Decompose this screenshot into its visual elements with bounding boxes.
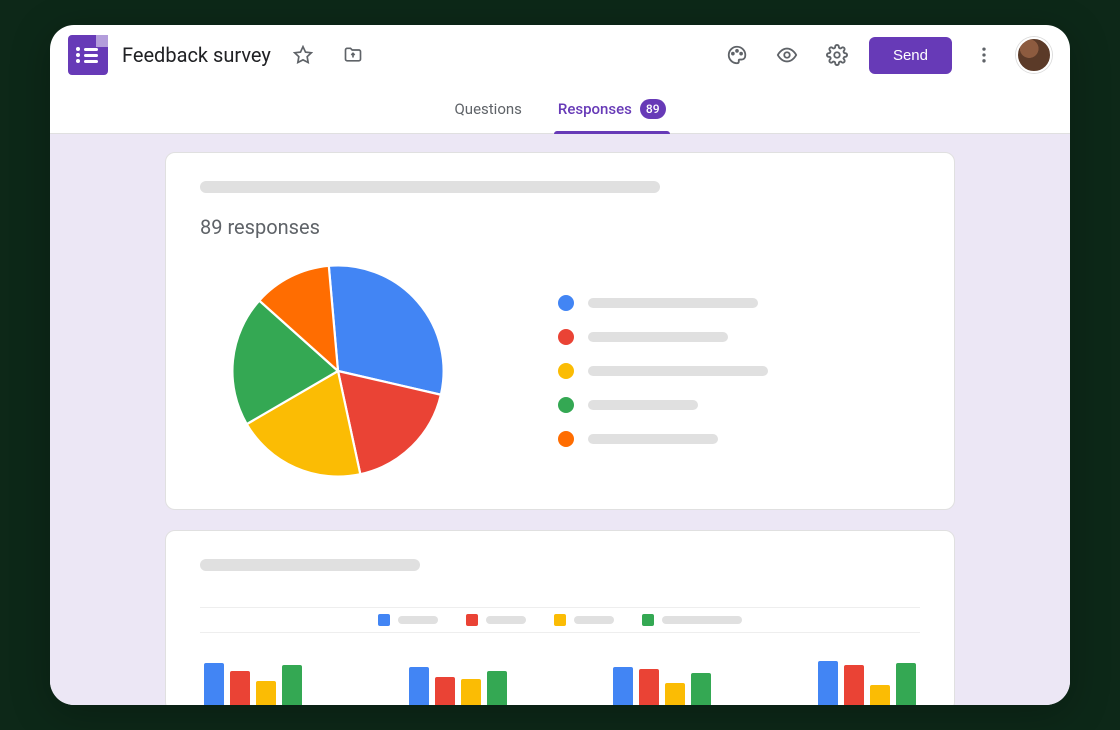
- bar-chart-card: [165, 530, 955, 705]
- question-title-placeholder: [200, 559, 420, 571]
- legend-label-placeholder: [588, 332, 728, 342]
- bar: [256, 681, 276, 705]
- tab-questions-label: Questions: [454, 100, 521, 118]
- send-button[interactable]: Send: [869, 37, 952, 74]
- bar-legend-item: [378, 614, 438, 626]
- bar: [435, 677, 455, 705]
- bar: [665, 683, 685, 705]
- legend-item: [558, 329, 768, 345]
- settings-icon[interactable]: [819, 37, 855, 73]
- document-title[interactable]: Feedback survey: [122, 43, 271, 67]
- bar: [691, 673, 711, 705]
- legend-label-placeholder: [588, 366, 768, 376]
- legend-label-placeholder: [574, 616, 614, 624]
- tab-questions[interactable]: Questions: [450, 89, 525, 133]
- legend-color-dot: [558, 295, 574, 311]
- legend-label-placeholder: [588, 434, 718, 444]
- content-area: 89 responses: [50, 134, 1070, 705]
- responses-count-text: 89 responses: [200, 215, 920, 239]
- bar: [282, 665, 302, 705]
- legend-color-square: [642, 614, 654, 626]
- legend-color-dot: [558, 329, 574, 345]
- bar: [461, 679, 481, 705]
- bar-legend-item: [554, 614, 614, 626]
- legend-color-dot: [558, 363, 574, 379]
- tab-responses[interactable]: Responses 89: [554, 89, 670, 133]
- bar: [487, 671, 507, 705]
- legend-color-square: [554, 614, 566, 626]
- legend-item: [558, 397, 768, 413]
- bar: [870, 685, 890, 705]
- legend-label-placeholder: [588, 400, 698, 410]
- legend-item: [558, 363, 768, 379]
- bar: [613, 667, 633, 705]
- header: Feedback survey Send: [50, 25, 1070, 75]
- app-window: Feedback survey Send Questions Responses: [50, 25, 1070, 705]
- question-title-placeholder: [200, 181, 660, 193]
- bar-group: [409, 651, 507, 705]
- account-avatar[interactable]: [1016, 37, 1052, 73]
- bar-group: [818, 651, 916, 705]
- forms-logo-icon[interactable]: [68, 35, 108, 75]
- bar-legend: [200, 607, 920, 633]
- summary-card: 89 responses: [165, 152, 955, 510]
- tabs: Questions Responses 89: [50, 89, 1070, 134]
- preview-icon[interactable]: [769, 37, 805, 73]
- legend-label-placeholder: [588, 298, 758, 308]
- move-to-folder-icon[interactable]: [335, 37, 371, 73]
- bar: [844, 665, 864, 705]
- legend-item: [558, 295, 768, 311]
- legend-label-placeholder: [662, 616, 742, 624]
- legend-color-dot: [558, 397, 574, 413]
- star-icon[interactable]: [285, 37, 321, 73]
- bar: [896, 663, 916, 705]
- more-icon[interactable]: [966, 37, 1002, 73]
- legend-label-placeholder: [398, 616, 438, 624]
- bar-group: [613, 651, 711, 705]
- bar: [639, 669, 659, 705]
- bar: [818, 661, 838, 705]
- legend-label-placeholder: [486, 616, 526, 624]
- responses-count-badge: 89: [640, 99, 666, 119]
- pie-chart: [228, 261, 448, 481]
- legend-item: [558, 431, 768, 447]
- customize-theme-icon[interactable]: [719, 37, 755, 73]
- legend-color-square: [466, 614, 478, 626]
- bar: [204, 663, 224, 705]
- bar-legend-item: [642, 614, 742, 626]
- bar-legend-item: [466, 614, 526, 626]
- bar: [230, 671, 250, 705]
- pie-legend: [558, 295, 768, 447]
- bar-group: [204, 651, 302, 705]
- bar-chart: [200, 651, 920, 705]
- legend-color-square: [378, 614, 390, 626]
- tab-responses-label: Responses: [558, 100, 632, 118]
- bar: [409, 667, 429, 705]
- legend-color-dot: [558, 431, 574, 447]
